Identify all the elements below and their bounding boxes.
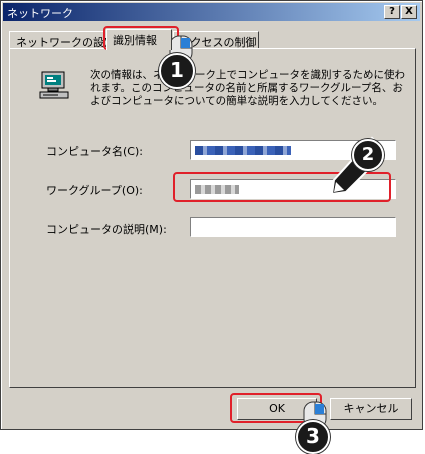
- computer-name-label: コンピュータ名(C):: [46, 145, 143, 158]
- tab-label: 識別情報: [113, 34, 157, 47]
- help-button[interactable]: ?: [384, 5, 400, 19]
- tab-network-settings[interactable]: ネットワークの設定: [9, 31, 115, 49]
- identification-description: 次の情報は、ネットワーク上でコンピュータを識別するために使われます。このコンピュ…: [90, 69, 405, 107]
- comment-label: コンピュータの説明(M):: [46, 223, 167, 236]
- redacted-name: [195, 146, 291, 155]
- comment-field[interactable]: [190, 217, 396, 237]
- computer-icon: [39, 71, 69, 99]
- step-1-badge: 1: [159, 53, 195, 89]
- step-3-badge: 3: [296, 420, 330, 454]
- window-title: ネットワーク: [7, 7, 73, 20]
- cancel-button[interactable]: キャンセル: [330, 398, 412, 420]
- step-2-badge: 2: [352, 139, 384, 171]
- close-button[interactable]: X: [401, 5, 417, 19]
- workgroup-label: ワークグループ(O):: [46, 184, 143, 197]
- title-bar[interactable]: ネットワーク ? X: [3, 3, 420, 21]
- tab-identification[interactable]: 識別情報: [106, 29, 172, 50]
- identification-panel: 次の情報は、ネットワーク上でコンピュータを識別するために使われます。このコンピュ…: [9, 48, 416, 388]
- network-dialog: ネットワーク ? X ネットワークの設定 識別情報 アクセスの制御 次の情報は、…: [0, 0, 423, 430]
